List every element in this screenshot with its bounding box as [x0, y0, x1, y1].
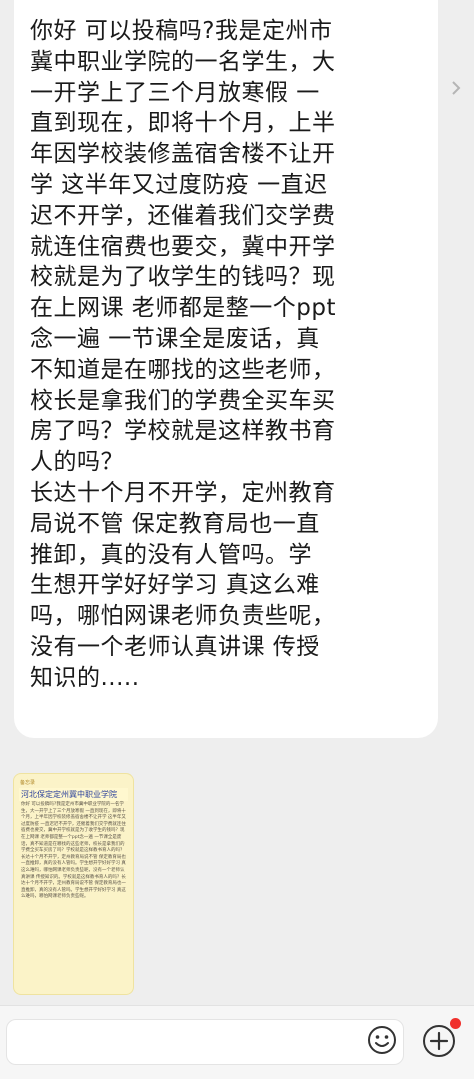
- message-input[interactable]: [6, 1019, 404, 1065]
- smiley-icon[interactable]: [364, 1022, 400, 1058]
- message-text: 你好 可以投稿吗?我是定州市 冀中职业学院的一名学生，大 一开学上了三个月放寒假…: [30, 18, 337, 691]
- chevron-right-icon[interactable]: [446, 78, 466, 98]
- note-title: 河北保定定州冀中职业学院: [19, 788, 128, 801]
- message-bubble[interactable]: 你好 可以投稿吗?我是定州市 冀中职业学院的一名学生，大 一开学上了三个月放寒假…: [14, 0, 438, 738]
- note-body: 你好 可以投稿吗?我是定州市冀中职业学院的一名学生，大一开学上了三个月放寒假 一…: [21, 802, 126, 900]
- notification-badge: [450, 1018, 461, 1029]
- chat-area: 你好 可以投稿吗?我是定州市 冀中职业学院的一名学生，大 一开学上了三个月放寒假…: [0, 0, 474, 1005]
- input-bar: [0, 1005, 474, 1079]
- note-tag: 备忘录: [20, 780, 36, 786]
- image-attachment-thumbnail[interactable]: 备忘录 河北保定定州冀中职业学院 你好 可以投稿吗?我是定州市冀中职业学院的一名…: [13, 773, 134, 995]
